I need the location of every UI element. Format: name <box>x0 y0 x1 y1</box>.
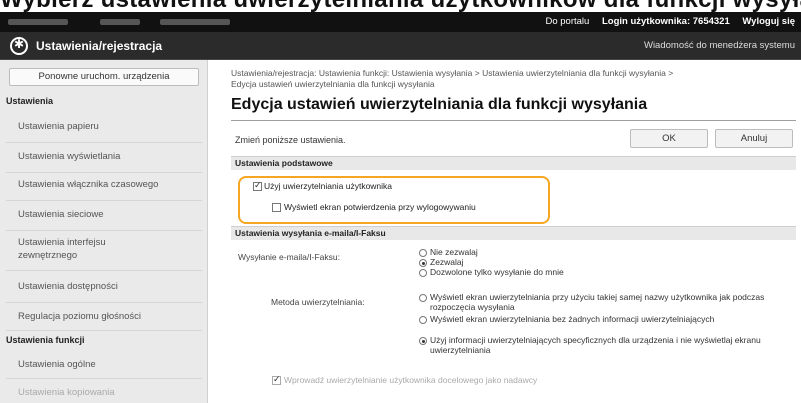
auth-option-device-info-radio[interactable] <box>419 337 427 345</box>
sidebar-item-volume[interactable]: Regulacja poziomu głośności <box>18 310 203 323</box>
sidebar-item-accessibility[interactable]: Ustawienia dostępności <box>18 280 203 293</box>
auth-method-label: Metoda uwierzytelniania: <box>271 297 365 307</box>
send-permission-label: Wysyłanie e-maila/I-Faksu: <box>238 252 340 262</box>
send-option-self-only-radio[interactable] <box>419 269 427 277</box>
app-title: Ustawienia/rejestracja <box>36 39 163 53</box>
blurred-text <box>100 19 140 25</box>
title-bar: Ustawienia/rejestracja Wiadomość do mene… <box>0 32 801 60</box>
page-heading-text: Wybierz ustawienia uwierzytelniania użyt… <box>0 0 801 12</box>
cancel-button[interactable]: Anuluj <box>715 129 793 148</box>
sidebar-item-general[interactable]: Ustawienia ogólne <box>18 358 203 371</box>
sidebar-divider <box>6 142 202 143</box>
top-bar: Do portalu Login użytkownika: 7654321 Wy… <box>0 12 801 32</box>
login-label: Login użytkownika: 7654321 <box>601 16 730 27</box>
top-links: Do portalu Login użytkownika: 7654321 Wy… <box>535 16 795 27</box>
sidebar-item-display[interactable]: Ustawienia wyświetlania <box>18 150 203 163</box>
breadcrumb-path[interactable]: Ustawienia/rejestracja: Ustawienia funkc… <box>231 68 796 79</box>
sidebar-item-paper[interactable]: Ustawienia papieru <box>18 120 203 133</box>
highlight-callout <box>238 176 550 224</box>
blurred-text <box>160 19 230 25</box>
sidebar-divider <box>6 330 202 331</box>
section-basic-settings: Ustawienia podstawowe <box>231 156 796 170</box>
breadcrumb-current: Edycja ustawień uwierzytelniania dla fun… <box>231 79 435 89</box>
title-divider <box>231 120 796 121</box>
sidebar-divider <box>6 270 202 271</box>
sidebar-section-settings: Ustawienia <box>6 96 54 106</box>
login-value: 7654321 <box>692 16 730 27</box>
auth-option-same-name-radio[interactable] <box>419 294 427 302</box>
sidebar-section-functions: Ustawienia funkcji <box>6 335 85 345</box>
sidebar-divider <box>6 302 202 303</box>
auth-option-no-info-label: Wyświetl ekran uwierzytelniania bez żadn… <box>430 314 715 324</box>
sidebar: Ponowne uruchom. urządzenia Ustawienia U… <box>0 60 208 403</box>
restart-device-button[interactable]: Ponowne uruchom. urządzenia <box>9 68 199 86</box>
system-manager-message-link[interactable]: Wiadomość do menedżera systemu <box>644 40 795 51</box>
breadcrumb: Ustawienia/rejestracja: Ustawienia funkc… <box>231 68 796 90</box>
auth-option-same-name-label: Wyświetl ekran uwierzytelniania przy uży… <box>430 292 765 312</box>
auth-as-sender-checkbox[interactable] <box>272 374 281 385</box>
send-option-deny-radio[interactable] <box>419 249 427 257</box>
portal-link[interactable]: Do portalu <box>545 16 589 27</box>
page-title: Edycja ustawień uwierzytelniania dla fun… <box>231 96 648 113</box>
sidebar-divider <box>6 378 202 379</box>
instruction-text: Zmień poniższe ustawienia. <box>235 135 346 145</box>
sidebar-divider <box>6 200 202 201</box>
sidebar-item-network[interactable]: Ustawienia sieciowe <box>18 208 203 221</box>
blurred-logo <box>8 19 68 25</box>
page-heading: Wybierz ustawienia uwierzytelniania użyt… <box>0 0 801 12</box>
auth-option-no-info-radio[interactable] <box>419 316 427 324</box>
sidebar-divider <box>6 172 202 173</box>
sidebar-item-copy[interactable]: Ustawienia kopiowania <box>18 386 203 399</box>
auth-option-device-info-label: Użyj informacji uwierzytelniających spec… <box>430 335 761 355</box>
settings-app-icon <box>10 37 28 55</box>
auth-as-sender-label: Wprowadź uwierzytelnianie użytkownika do… <box>284 375 538 385</box>
sidebar-item-timer[interactable]: Ustawienia włącznika czasowego <box>18 178 203 191</box>
send-option-allow-radio[interactable] <box>419 259 427 267</box>
logout-link[interactable]: Wyloguj się <box>742 16 795 27</box>
sidebar-divider <box>6 230 202 231</box>
send-option-self-only-label: Dozwolone tylko wysyłanie do mnie <box>430 267 564 277</box>
ok-button[interactable]: OK <box>630 129 708 148</box>
section-send-settings: Ustawienia wysyłania e-maila/I-Faksu <box>231 226 796 240</box>
main-content: Ustawienia/rejestracja: Ustawienia funkc… <box>208 60 801 403</box>
sidebar-item-interface[interactable]: Ustawienia interfejsu zewnętrznego <box>18 236 138 262</box>
